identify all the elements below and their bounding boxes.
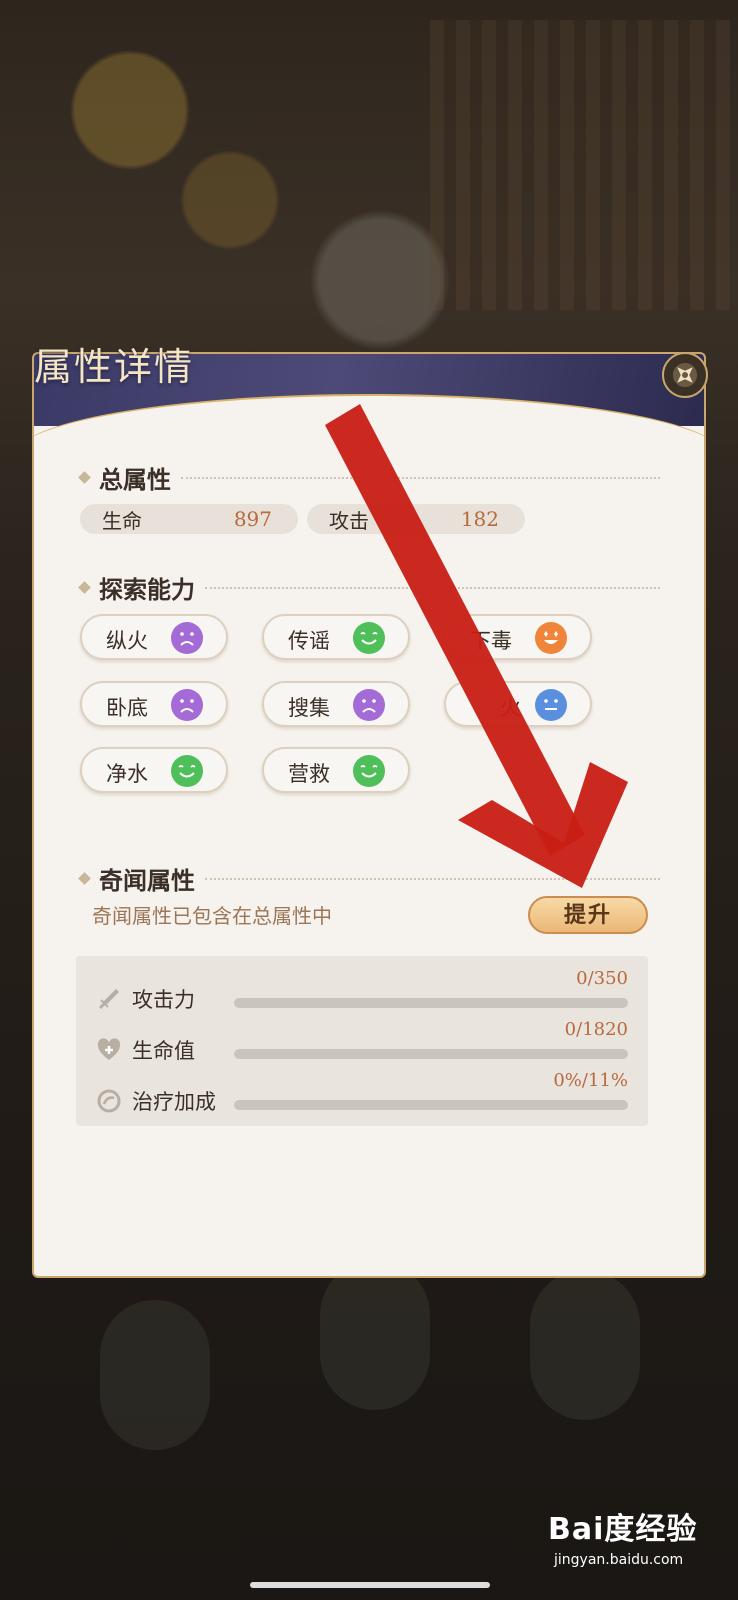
attribute-value: 0%/11% bbox=[553, 1070, 628, 1091]
close-button[interactable] bbox=[662, 352, 708, 398]
ability-label: 搜集 bbox=[288, 696, 330, 720]
section-divider bbox=[205, 586, 660, 589]
sad-face-icon bbox=[170, 688, 204, 722]
stat-attack: 攻击 182 bbox=[307, 504, 525, 534]
neutral-face-icon bbox=[534, 688, 568, 722]
happy-face-icon bbox=[352, 754, 386, 788]
background-figure bbox=[100, 1300, 210, 1450]
section-explore-ability: 探索能力 bbox=[78, 570, 660, 605]
sad-face-icon bbox=[170, 621, 204, 655]
section-title: 总属性 bbox=[99, 465, 171, 494]
sword-icon bbox=[96, 986, 122, 1012]
background-bookshelf bbox=[430, 20, 730, 310]
section-total-attributes: 总属性 bbox=[78, 460, 660, 495]
baidu-jingyan-watermark: Bai度经验 jingyan.baidu.com bbox=[548, 1504, 728, 1584]
section-divider bbox=[205, 877, 660, 880]
boost-button[interactable]: 提升 bbox=[528, 896, 648, 934]
excited-face-icon bbox=[534, 621, 568, 655]
attribute-label: 治疗加成 bbox=[132, 1090, 216, 1114]
ability-label: 下毒 bbox=[470, 629, 512, 653]
sad-face-icon bbox=[352, 688, 386, 722]
watermark-site: jingyan.baidu.com bbox=[554, 1552, 684, 1568]
progress-bar bbox=[234, 1100, 628, 1110]
section-title: 奇闻属性 bbox=[99, 866, 195, 895]
attribute-row-attack: 攻击力 0/350 bbox=[76, 968, 648, 1016]
ability-chip-rescue[interactable]: 营救 bbox=[262, 747, 410, 793]
close-icon bbox=[677, 367, 693, 383]
attribute-label: 生命值 bbox=[132, 1039, 195, 1063]
progress-bar bbox=[234, 1049, 628, 1059]
ability-chip-rumor[interactable]: 传谣 bbox=[262, 614, 410, 660]
ability-label: 营救 bbox=[288, 762, 330, 786]
diamond-bullet-icon bbox=[78, 471, 91, 484]
stat-value: 897 bbox=[233, 507, 272, 531]
ability-chip-arson[interactable]: 纵火 bbox=[80, 614, 228, 660]
progress-bar bbox=[234, 998, 628, 1008]
section-title: 探索能力 bbox=[99, 575, 195, 604]
ability-chip-poison[interactable]: 下毒 bbox=[444, 614, 592, 660]
stat-label: 攻击 bbox=[329, 508, 369, 533]
attribute-value: 0/350 bbox=[576, 968, 628, 989]
diamond-bullet-icon bbox=[78, 581, 91, 594]
stat-hp: 生命 897 bbox=[80, 504, 298, 534]
rumor-note: 奇闻属性已包含在总属性中 bbox=[92, 904, 332, 928]
section-divider bbox=[181, 476, 660, 479]
home-indicator[interactable] bbox=[250, 1582, 490, 1588]
ability-label: 火 bbox=[500, 696, 521, 720]
heart-plus-icon bbox=[96, 1037, 122, 1063]
section-rumor-attributes: 奇闻属性 bbox=[78, 861, 660, 896]
ability-label: 净水 bbox=[106, 762, 148, 786]
ability-label: 卧底 bbox=[106, 696, 148, 720]
watermark-logo: Bai度经验 bbox=[548, 1512, 698, 1547]
attribute-row-hp: 生命值 0/1820 bbox=[76, 1019, 648, 1067]
attribute-label: 攻击力 bbox=[132, 988, 195, 1012]
attribute-value: 0/1820 bbox=[564, 1019, 628, 1040]
heal-icon bbox=[96, 1088, 122, 1114]
ability-label: 传谣 bbox=[288, 629, 330, 653]
ability-chip-collect[interactable]: 搜集 bbox=[262, 681, 410, 727]
ability-chip-fire[interactable]: 火 bbox=[444, 681, 592, 727]
rumor-attribute-box: 攻击力 0/350 生命值 0/1820 治疗加成 0%/11% bbox=[76, 956, 648, 1126]
dialog-title: 属性详情 bbox=[34, 345, 195, 389]
ability-chip-purify-water[interactable]: 净水 bbox=[80, 747, 228, 793]
ability-chip-undercover[interactable]: 卧底 bbox=[80, 681, 228, 727]
stat-value: 182 bbox=[460, 507, 499, 531]
happy-face-icon bbox=[170, 754, 204, 788]
background-figure bbox=[530, 1270, 640, 1420]
happy-face-icon bbox=[352, 621, 386, 655]
stat-label: 生命 bbox=[102, 508, 142, 533]
attribute-row-heal: 治疗加成 0%/11% bbox=[76, 1070, 648, 1118]
ability-label: 纵火 bbox=[106, 629, 148, 653]
diamond-bullet-icon bbox=[78, 872, 91, 885]
background-figure bbox=[320, 1260, 430, 1410]
